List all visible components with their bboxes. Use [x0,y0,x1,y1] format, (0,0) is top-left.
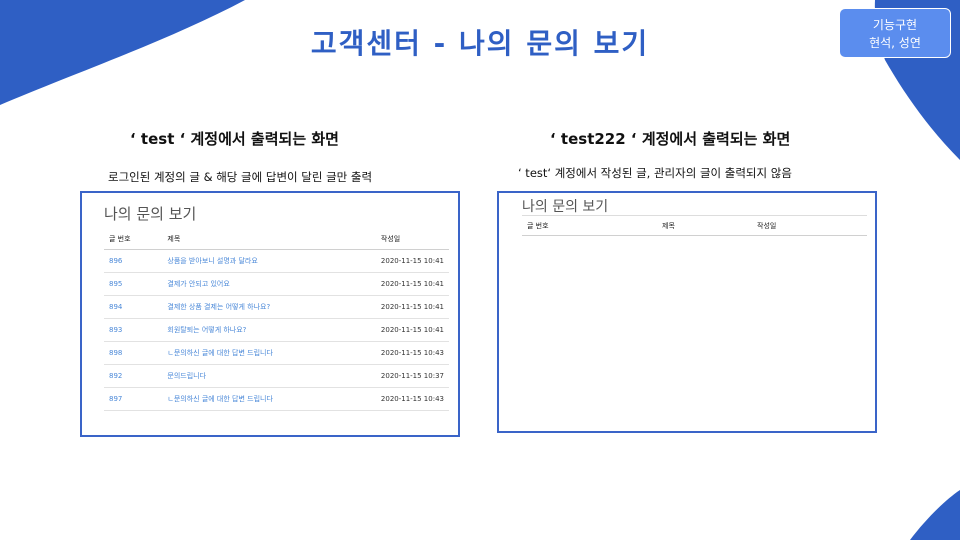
right-heading: ‘ test222 ‘ 계정에서 출력되는 화면 [550,130,791,148]
row-date: 2020-11-15 10:37 [375,364,449,388]
row-date: 2020-11-15 10:41 [375,295,449,319]
feature-badge: 기능구현 현석, 성연 [839,8,951,58]
table-header-row: 글 번호 제목 작성일 [522,216,867,236]
slide-title: 고객센터 - 나의 문의 보기 [310,27,650,60]
row-date: 2020-11-15 10:43 [375,341,449,365]
row-number: 892 [104,364,163,388]
column-header-number: 글 번호 [104,228,163,250]
badge-line-authors: 현석, 성연 [869,36,921,50]
row-title-link[interactable]: 문의드립니다 [162,364,376,388]
table-header-row: 글 번호 제목 작성일 [104,228,449,250]
row-number: 893 [104,318,163,342]
badge-line-feature: 기능구현 [872,18,918,32]
table-row[interactable]: 893 회원탈퇴는 어떻게 하나요? 2020-11-15 10:41 [104,318,449,342]
left-screenshot-panel: 나의 문의 보기 글 번호 제목 작성일 896 상품을 받아보니 설명과 달라… [80,191,460,437]
bottom-right-blue-wave [910,490,960,540]
row-title-link[interactable]: 결제한 상품 결제는 어떻게 하나요? [162,295,376,319]
row-number: 896 [104,249,163,273]
right-inquiry-table: 글 번호 제목 작성일 [522,216,867,236]
row-title-link[interactable]: ㄴ문의하신 글에 대한 답변 드립니다 [162,387,376,411]
row-number: 898 [104,341,163,365]
left-inquiry-table: 글 번호 제목 작성일 896 상품을 받아보니 설명과 달라요 2020-11… [104,228,449,411]
left-description: 로그인된 계정의 글 & 해당 글에 답변이 달린 글만 출력 [108,170,373,184]
column-header-title: 제목 [657,216,752,236]
row-number: 894 [104,295,163,319]
row-number: 895 [104,272,163,296]
table-row[interactable]: 895 결제가 안되고 있어요 2020-11-15 10:41 [104,272,449,296]
column-header-title: 제목 [162,228,376,250]
column-header-number: 글 번호 [522,216,657,236]
left-heading: ‘ test ‘ 계정에서 출력되는 화면 [130,130,339,148]
table-row[interactable]: 896 상품을 받아보니 설명과 달라요 2020-11-15 10:41 [104,249,449,273]
right-description: ‘ test‘ 계정에서 작성된 글, 관리자의 글이 출력되지 않음 [518,166,792,180]
table-row[interactable]: 894 결제한 상품 결제는 어떻게 하나요? 2020-11-15 10:41 [104,295,449,319]
table-row[interactable]: 897 ㄴ문의하신 글에 대한 답변 드립니다 2020-11-15 10:43 [104,387,449,411]
table-row[interactable]: 898 ㄴ문의하신 글에 대한 답변 드립니다 2020-11-15 10:43 [104,341,449,365]
row-title-link[interactable]: 상품을 받아보니 설명과 달라요 [162,249,376,273]
row-date: 2020-11-15 10:43 [375,387,449,411]
row-date: 2020-11-15 10:41 [375,249,449,273]
row-date: 2020-11-15 10:41 [375,318,449,342]
column-header-date: 작성일 [375,228,449,250]
row-date: 2020-11-15 10:41 [375,272,449,296]
column-header-date: 작성일 [752,216,867,236]
table-row[interactable]: 892 문의드립니다 2020-11-15 10:37 [104,364,449,388]
row-title-link[interactable]: 회원탈퇴는 어떻게 하나요? [162,318,376,342]
row-title-link[interactable]: 결제가 안되고 있어요 [162,272,376,296]
right-screenshot-panel: 나의 문의 보기 글 번호 제목 작성일 [497,191,877,433]
left-panel-title: 나의 문의 보기 [104,205,197,223]
row-number: 897 [104,387,163,411]
right-panel-title: 나의 문의 보기 [522,199,609,215]
row-title-link[interactable]: ㄴ문의하신 글에 대한 답변 드립니다 [162,341,376,365]
